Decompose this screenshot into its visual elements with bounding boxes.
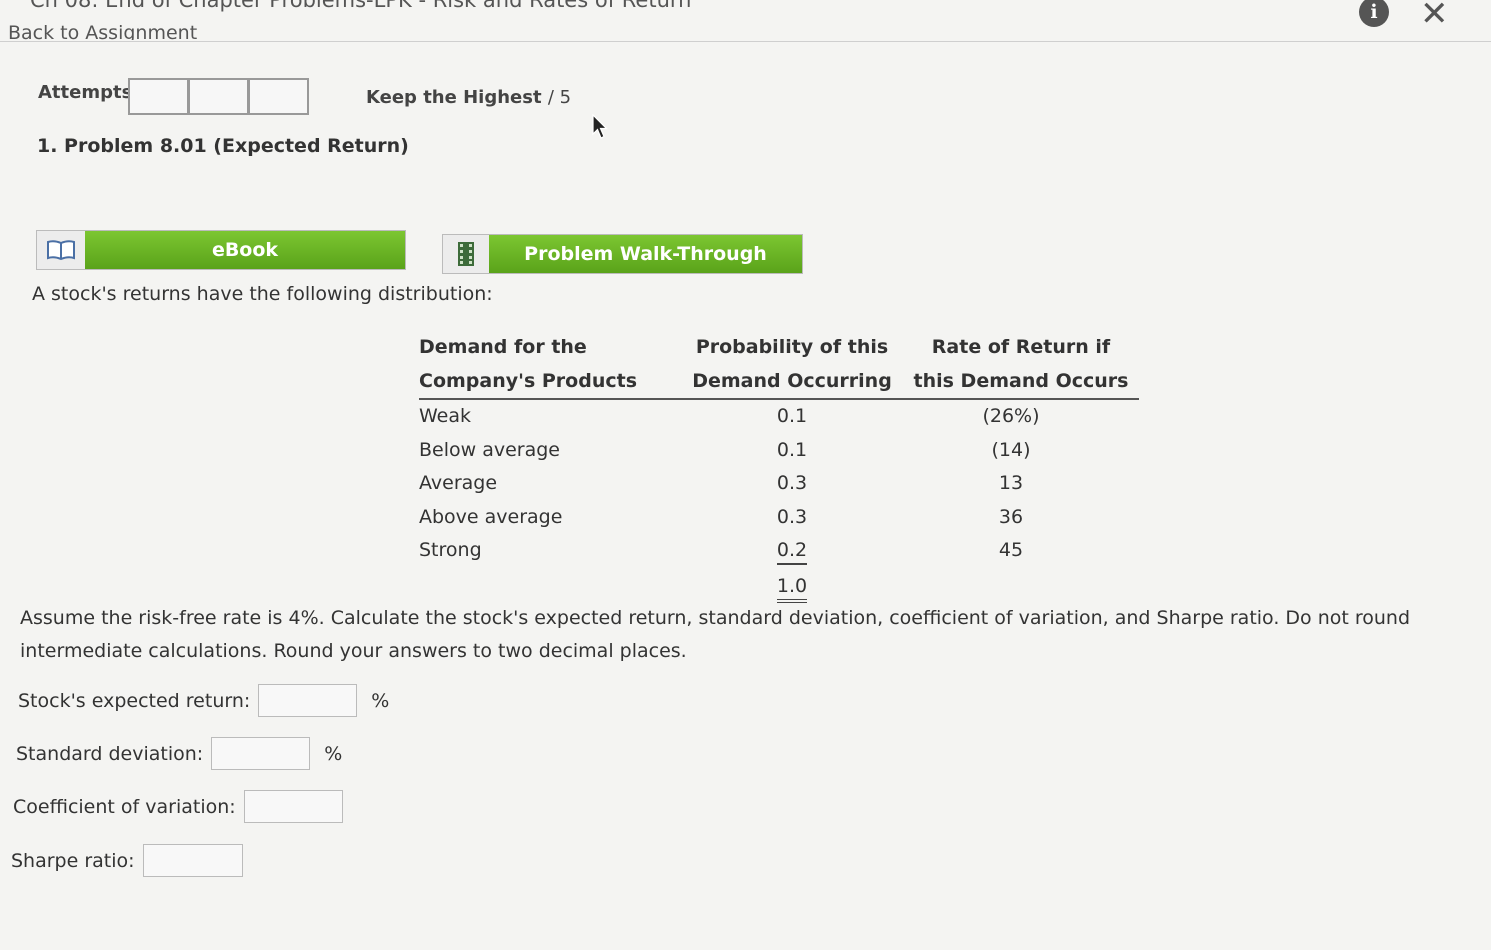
intro-text: A stock's returns have the following dis… (32, 283, 493, 305)
close-icon[interactable]: ✕ (1420, 0, 1449, 34)
header-line: Company's Products (419, 370, 637, 392)
window-title: Ch 08: End of Chapter Problems-LPK - Ris… (30, 0, 692, 12)
header-line: Demand Occurring (692, 370, 892, 392)
demand-cell: Below average (419, 438, 560, 461)
return-cell: 36 (998, 505, 1024, 528)
header-demand: Demand for the Company's Products (419, 330, 681, 398)
return-cell: (26%) (982, 405, 1040, 427)
total-probability: 1.0 (776, 573, 808, 603)
book-icon (37, 231, 85, 269)
keep-highest-text: Keep the Highest (366, 87, 542, 108)
problem-title: 1. Problem 8.01 (Expected Return) (37, 135, 409, 157)
table-row: Above average 0.3 36 (419, 501, 1139, 535)
cv-label: Coefficient of variation: (13, 795, 236, 818)
header-line: this Demand Occurs (913, 370, 1129, 392)
probability-value: 0.2 (776, 537, 808, 565)
return-cell: 45 (998, 539, 1024, 561)
probability-cell: 0.1 (776, 438, 808, 461)
demand-cell: Average (419, 472, 498, 494)
instructions-text: Assume the risk-free rate is 4%. Calcula… (20, 607, 1411, 662)
return-cell: 13 (998, 472, 1024, 494)
expected-return-input[interactable] (258, 684, 358, 717)
demand-cell: Above average (419, 505, 563, 528)
total-probability-cell: 1.0 (681, 568, 903, 604)
ebook-label: eBook (85, 231, 405, 269)
cv-input[interactable] (243, 790, 343, 823)
std-dev-label: Standard deviation: (16, 742, 204, 765)
sharpe-label: Sharpe ratio: (11, 849, 135, 872)
table-row: Average 0.3 13 (419, 467, 1139, 501)
probability-cell: 0.3 (776, 472, 808, 494)
walkthrough-label: Problem Walk-Through (489, 235, 802, 273)
return-cell: (14) (991, 438, 1031, 461)
table-row: Weak 0.1 (26%) (419, 400, 1139, 434)
distribution-table: Demand for the Company's Products Probab… (419, 330, 1139, 604)
probability-cell: 0.3 (776, 505, 808, 528)
max-score: / 5 (547, 87, 572, 108)
table-row: Strong 0.2 45 (419, 534, 1139, 568)
info-icon[interactable]: i (1359, 0, 1389, 27)
attempts-indicator (128, 78, 309, 115)
demand-cell: Weak (419, 405, 472, 427)
expected-return-row: Stock's expected return: % (18, 684, 389, 717)
attempts-label: Attempts (38, 82, 133, 103)
total-spacer (419, 568, 681, 604)
cv-row: Coefficient of variation: (13, 790, 343, 823)
header-line: Probability of this (695, 336, 889, 358)
cursor-icon (592, 114, 608, 139)
header-return: Rate of Return if this Demand Occurs (903, 330, 1139, 398)
percent-unit: % (371, 689, 390, 712)
film-icon (443, 235, 489, 273)
demand-cell: Strong (419, 539, 482, 561)
total-row: 1.0 (419, 568, 1139, 604)
table-row: Below average 0.1 (14) (419, 434, 1139, 468)
sharpe-input[interactable] (142, 844, 243, 877)
top-bar: Ch 08: End of Chapter Problems-LPK - Ris… (0, 0, 1491, 42)
ebook-button[interactable]: eBook (36, 230, 406, 270)
expected-return-label: Stock's expected return: (18, 689, 251, 712)
table-header: Demand for the Company's Products Probab… (419, 330, 1139, 400)
keep-highest-label: Keep the Highest / 5 (366, 87, 571, 108)
attempt-box (248, 78, 309, 115)
total-spacer (903, 568, 1139, 604)
probability-cell: 0.1 (776, 405, 808, 427)
percent-unit: % (324, 742, 343, 765)
sharpe-row: Sharpe ratio: (11, 844, 243, 877)
attempt-box (188, 78, 249, 115)
header-line: Rate of Return if (931, 336, 1111, 358)
attempt-box (128, 78, 189, 115)
probability-cell: 0.2 (681, 534, 903, 568)
back-to-assignment-link[interactable]: Back to Assignment (8, 16, 197, 40)
header-line: Demand for the (419, 336, 587, 358)
std-dev-row: Standard deviation: % (16, 737, 342, 770)
header-probability: Probability of this Demand Occurring (681, 330, 903, 398)
problem-walkthrough-button[interactable]: Problem Walk-Through (442, 234, 803, 274)
std-dev-input[interactable] (211, 737, 311, 770)
